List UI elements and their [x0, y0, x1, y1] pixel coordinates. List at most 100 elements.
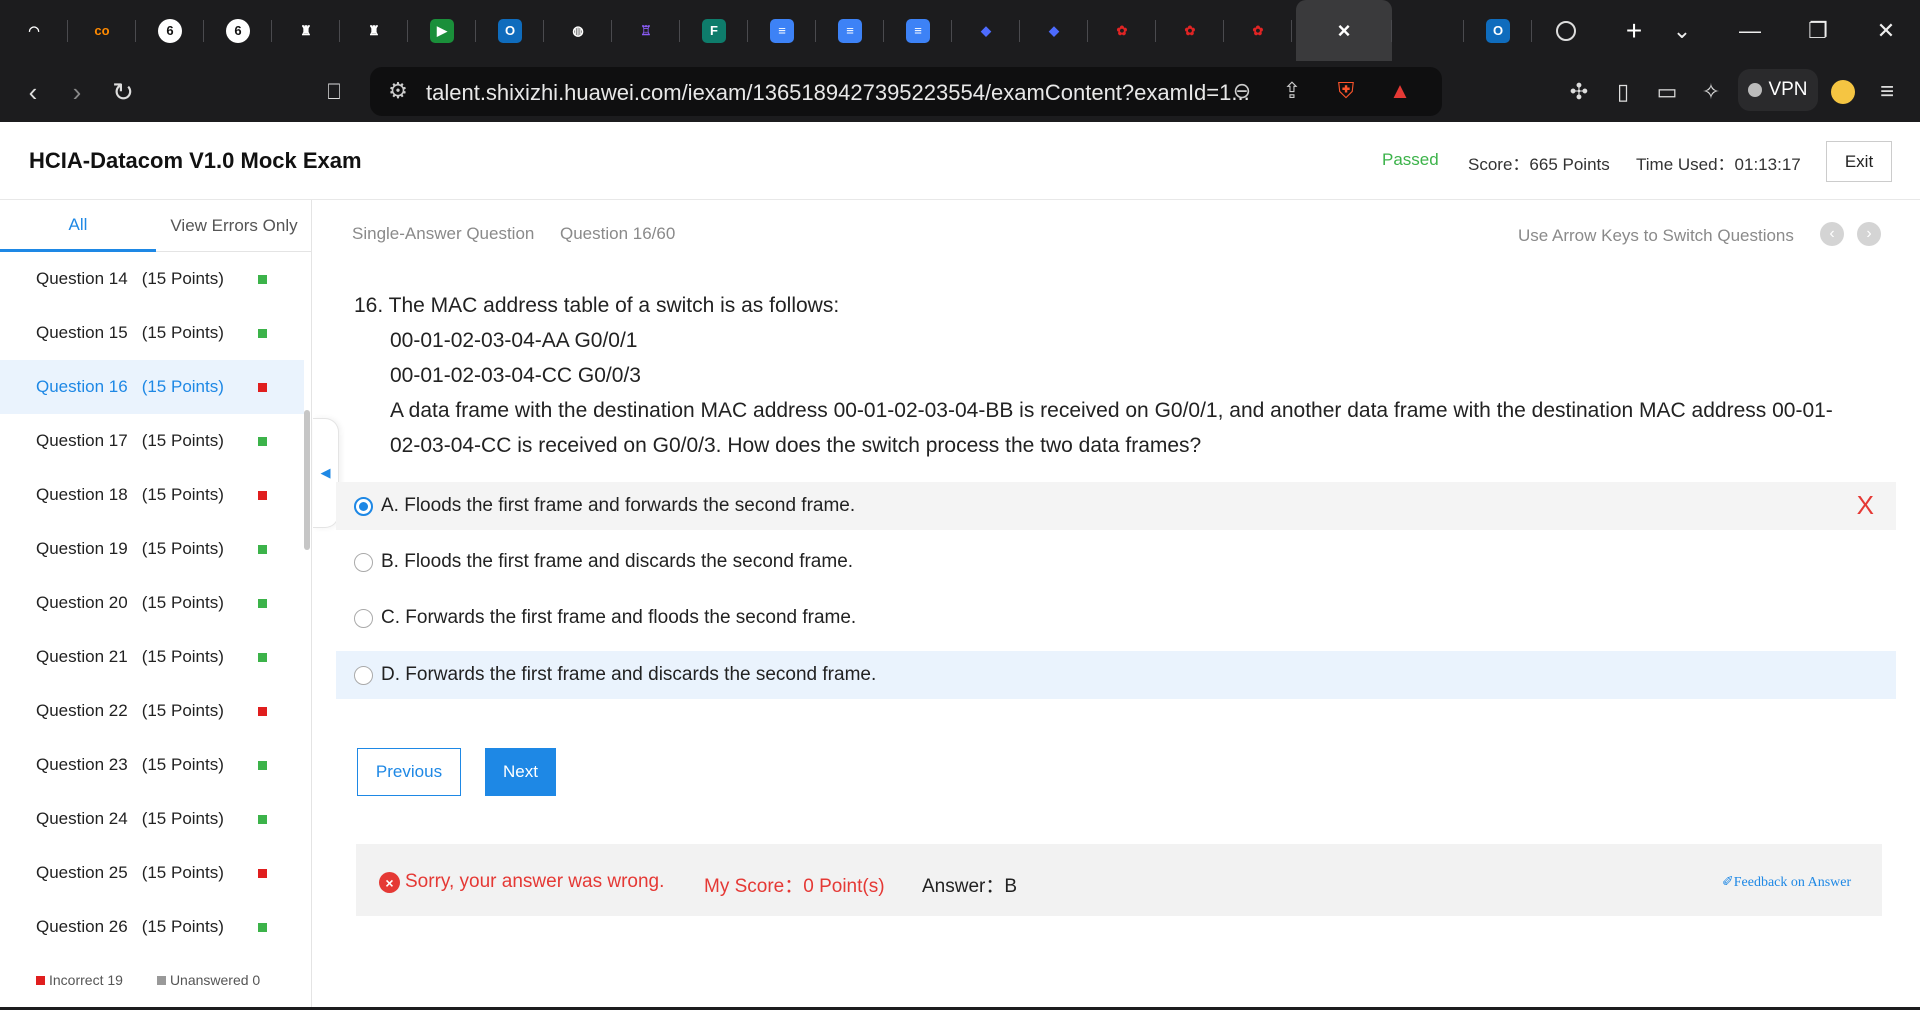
browser-tab[interactable]: ✿ — [1224, 0, 1292, 61]
sidebar-question-item[interactable]: Question 16 (15 Points) — [0, 360, 304, 414]
total-score: Score：665 Points — [1468, 155, 1610, 174]
sidebar-question-item[interactable]: Question 15 (15 Points) — [0, 306, 304, 360]
option-a[interactable]: A. Floods the first frame and forwards t… — [336, 482, 1896, 530]
result-bar: × Sorry, your answer was wrong. My Score… — [356, 844, 1882, 916]
menu-icon[interactable]: ≡ — [1870, 75, 1904, 109]
browser-tab[interactable]: ♖ — [612, 0, 680, 61]
address-bar[interactable]: ⚙ talent.shixizhi.huawei.com/iexam/13651… — [370, 67, 1442, 116]
browser-tab[interactable]: ◠ — [0, 0, 68, 61]
close-window-icon[interactable]: ✕ — [1852, 0, 1920, 61]
brave-rewards-icon[interactable]: ▲ — [1386, 77, 1414, 105]
arrow-keys-hint: Use Arrow Keys to Switch Questions — [1518, 226, 1794, 245]
back-icon[interactable]: ‹ — [16, 75, 50, 109]
bookmark-icon[interactable]: ⎕ — [317, 75, 351, 109]
huawei-icon: ✿ — [1116, 22, 1128, 38]
active-tab[interactable]: × — [1296, 0, 1392, 61]
vpn-button[interactable]: VPN — [1738, 69, 1818, 111]
sidebar-question-item[interactable]: Question 17 (15 Points) — [0, 414, 304, 468]
minimize-icon[interactable]: — — [1716, 0, 1784, 61]
tab-speed[interactable] — [1532, 0, 1600, 61]
profile-avatar[interactable] — [1826, 75, 1860, 109]
sidebar-question-item[interactable]: Question 22 (15 Points) — [0, 684, 304, 738]
question-label: Question 15 — [36, 323, 128, 342]
deepseek-icon: ◆ — [981, 22, 991, 38]
question-list: Question 14 (15 Points) Question 15 (15 Poi… — [0, 252, 304, 954]
browser-tab[interactable]: 6 — [204, 0, 272, 61]
tab-all[interactable]: All — [0, 200, 156, 252]
option-d-radio[interactable] — [354, 665, 373, 685]
option-b-radio[interactable] — [354, 552, 373, 572]
browser-tab[interactable]: ≡ — [816, 0, 884, 61]
sidebar-question-item[interactable]: Question 24 (15 Points) — [0, 792, 304, 846]
option-b-label: B. Floods the first frame and discards t… — [381, 551, 854, 572]
tab-view-errors-only[interactable]: View Errors Only — [156, 200, 312, 252]
sidebar-question-item[interactable]: Question 19 (15 Points) — [0, 522, 304, 576]
sidebar-question-item[interactable]: Question 21 (15 Points) — [0, 630, 304, 684]
stem-body: A data frame with the destination MAC ad… — [390, 399, 1833, 457]
option-c[interactable]: C. Forwards the first frame and floods t… — [336, 594, 1896, 642]
next-question-arrow-icon[interactable]: › — [1857, 222, 1881, 246]
zoom-icon[interactable]: ⊖ — [1228, 77, 1256, 105]
extensions-icon[interactable]: ✣ — [1562, 75, 1596, 109]
browser-tab[interactable]: ♜ — [272, 0, 340, 61]
sidebar-question-item[interactable]: Question 20 (15 Points) — [0, 576, 304, 630]
browser-tab[interactable]: co — [68, 0, 136, 61]
close-tab-icon[interactable]: × — [1332, 18, 1356, 43]
browser-tab[interactable]: ≡ — [748, 0, 816, 61]
question-points: (15 Points) — [141, 539, 224, 558]
option-b[interactable]: B. Floods the first frame and discards t… — [336, 538, 1896, 586]
sidebar-question-item[interactable]: Question 26 (15 Points) — [0, 900, 304, 954]
forward-icon[interactable]: › — [60, 75, 94, 109]
browser-tab[interactable]: ✿ — [1156, 0, 1224, 61]
browser-tab[interactable]: ◍ — [544, 0, 612, 61]
sidebar-toggle-icon[interactable]: ▯ — [1606, 75, 1640, 109]
restore-icon[interactable]: ❐ — [1784, 0, 1852, 61]
browser-tab[interactable]: 6 — [136, 0, 204, 61]
previous-button[interactable]: Previous — [357, 748, 461, 796]
browser-tab[interactable]: ◆ — [1020, 0, 1088, 61]
feedback-link[interactable]: ✐Feedback on Answer — [1722, 874, 1851, 891]
tab-list-chevron-icon[interactable]: ⌄ — [1648, 0, 1716, 61]
my-score: My Score：0 Point(s) — [704, 876, 885, 897]
huawei-icon: ✿ — [1184, 22, 1196, 38]
question-points: (15 Points) — [141, 701, 224, 720]
tab-outlook[interactable]: O — [1464, 0, 1532, 61]
question-number: Question 16/60 — [560, 224, 676, 243]
exit-button[interactable]: Exit — [1826, 141, 1892, 182]
prev-question-arrow-icon[interactable]: ‹ — [1820, 222, 1844, 246]
browser-tab[interactable]: ≡ — [884, 0, 952, 61]
correct-status-icon — [258, 275, 267, 284]
next-button[interactable]: Next — [485, 748, 556, 796]
exam-header: HCIA-Datacom V1.0 Mock Exam Passed Score… — [0, 122, 1920, 200]
browser-tab[interactable]: ▶ — [408, 0, 476, 61]
sidebar-question-item[interactable]: Question 18 (15 Points) — [0, 468, 304, 522]
url-text[interactable]: talent.shixizhi.huawei.com/iexam/1365189… — [426, 80, 1250, 106]
option-a-radio[interactable] — [354, 496, 373, 516]
wrong-x-icon: X — [1856, 490, 1874, 520]
option-c-radio[interactable] — [354, 608, 373, 628]
browser-tab[interactable]: ✿ — [1088, 0, 1156, 61]
wallet-icon[interactable]: ▭ — [1650, 75, 1684, 109]
site-settings-icon[interactable]: ⚙ — [384, 77, 412, 105]
browser-tab[interactable]: F — [680, 0, 748, 61]
browser-tab[interactable]: ◆ — [952, 0, 1020, 61]
result-message: Sorry, your answer was wrong. — [405, 871, 665, 892]
tab-microsoft[interactable] — [1396, 0, 1464, 61]
option-a-label: A. Floods the first frame and forwards t… — [381, 495, 856, 516]
share-icon[interactable]: ⇪ — [1278, 77, 1306, 105]
vpn-status-icon — [1748, 83, 1763, 97]
question-points: (15 Points) — [141, 863, 224, 882]
correct-status-icon — [258, 815, 267, 824]
reload-icon[interactable]: ↻ — [106, 75, 140, 109]
option-d[interactable]: D. Forwards the first frame and discards… — [336, 651, 1896, 699]
sidebar-scrollbar[interactable] — [304, 410, 310, 550]
six-icon: 6 — [158, 18, 182, 43]
browser-tab[interactable]: O — [476, 0, 544, 61]
sidebar-question-item[interactable]: Question 23 (15 Points) — [0, 738, 304, 792]
brave-shield-icon[interactable]: ⛨ — [1332, 77, 1360, 105]
leo-ai-icon[interactable]: ✧ — [1694, 75, 1728, 109]
outlook-icon: O — [1486, 18, 1510, 43]
browser-tab[interactable]: ♜ — [340, 0, 408, 61]
sidebar-question-item[interactable]: Question 14 (15 Points) — [0, 252, 304, 306]
sidebar-question-item[interactable]: Question 25 (15 Points) — [0, 846, 304, 900]
